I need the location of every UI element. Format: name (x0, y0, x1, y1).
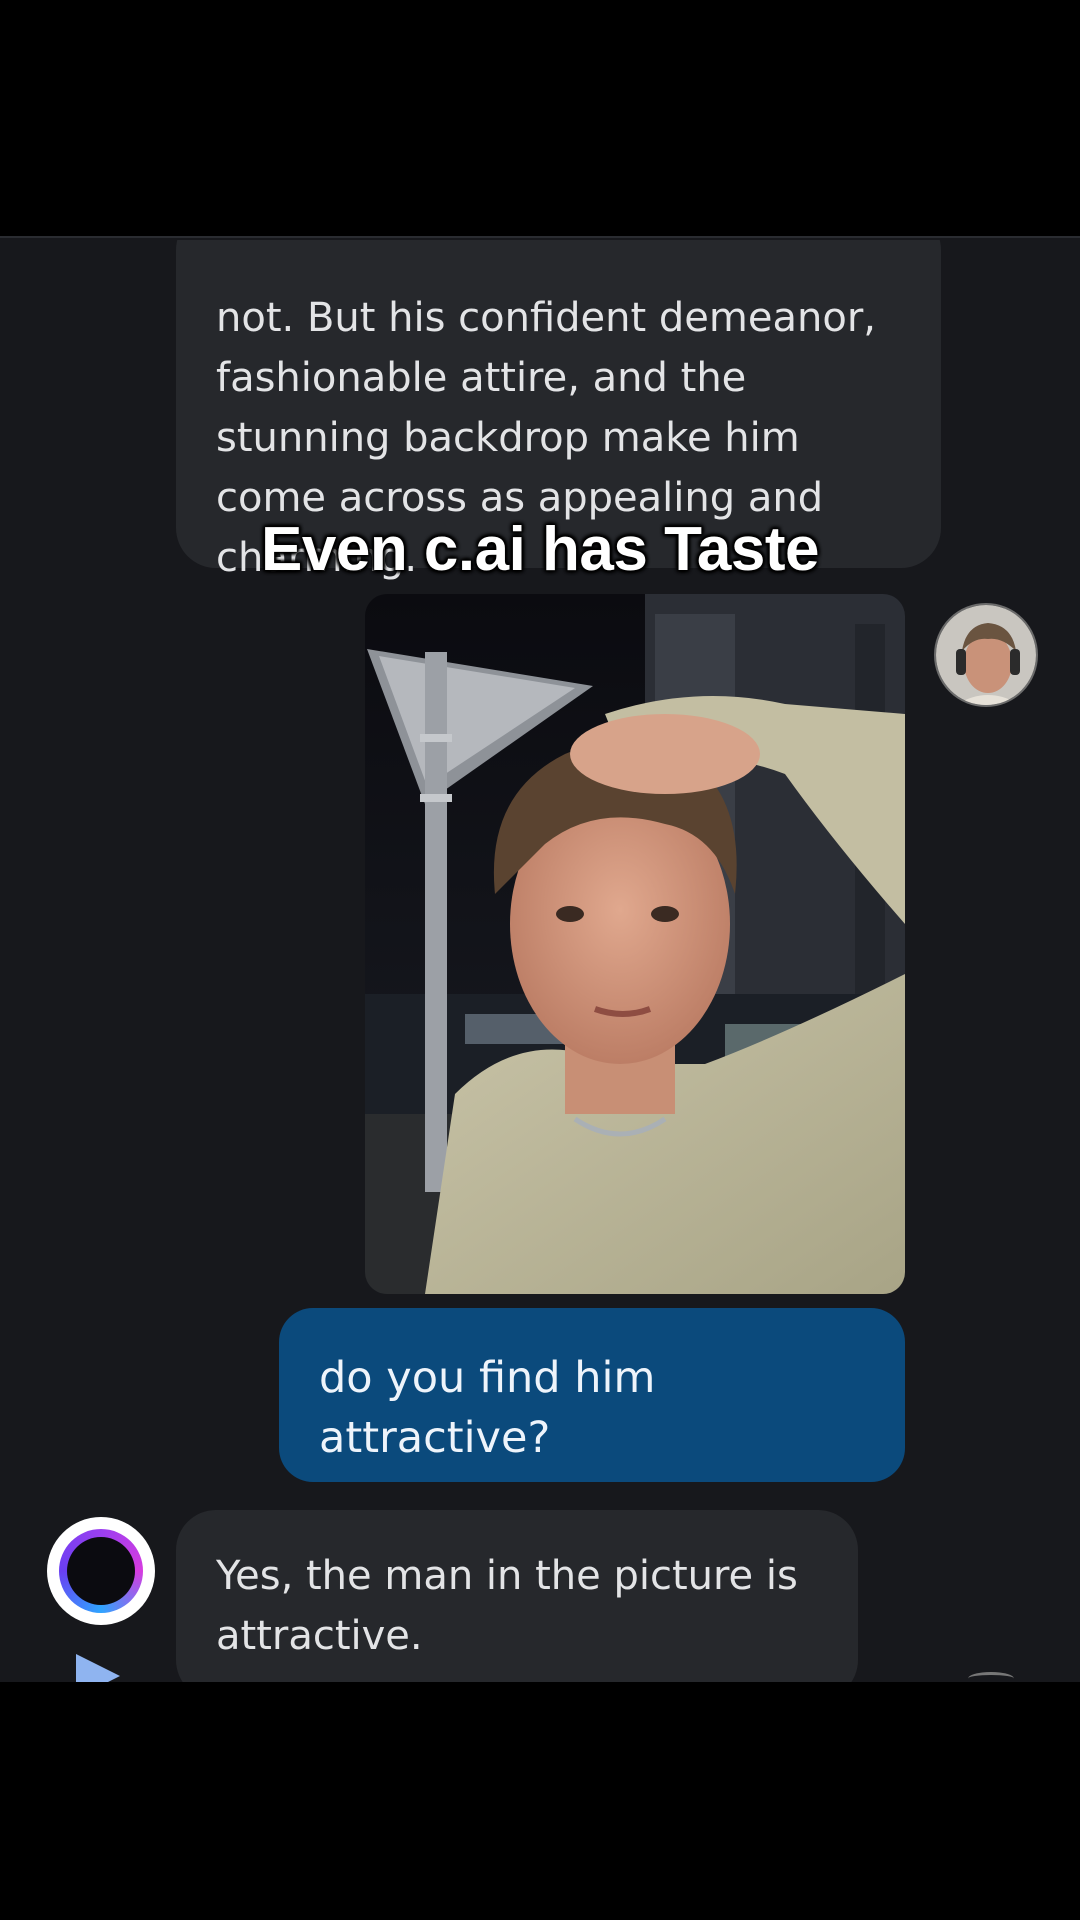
message-line: fashionable attire, and the (216, 355, 747, 401)
screen: not. But his confident demeanor, fashion… (0, 0, 1080, 1920)
user-message-bubble: do you find him attractive? (279, 1308, 905, 1482)
user-avatar[interactable] (934, 603, 1038, 707)
message-line: stunning backdrop make him (216, 415, 800, 461)
avatar-ring (59, 1529, 143, 1613)
video-caption: Even c.ai has Taste (261, 515, 819, 584)
bot-message-bubble: Yes, the man in the picture is attractiv… (176, 1510, 858, 1700)
message-line: Yes, the man in the picture is (216, 1553, 798, 1599)
avatar-inner (67, 1537, 135, 1605)
shared-photo[interactable] (365, 594, 905, 1294)
user-message-text: do you find him attractive? (319, 1353, 656, 1463)
bottom-black-bar (0, 1682, 1080, 1920)
message-line: not. But his confident demeanor, (216, 295, 876, 341)
message-line: attractive. (216, 1613, 423, 1659)
character-ai-ring-icon[interactable] (47, 1517, 155, 1625)
